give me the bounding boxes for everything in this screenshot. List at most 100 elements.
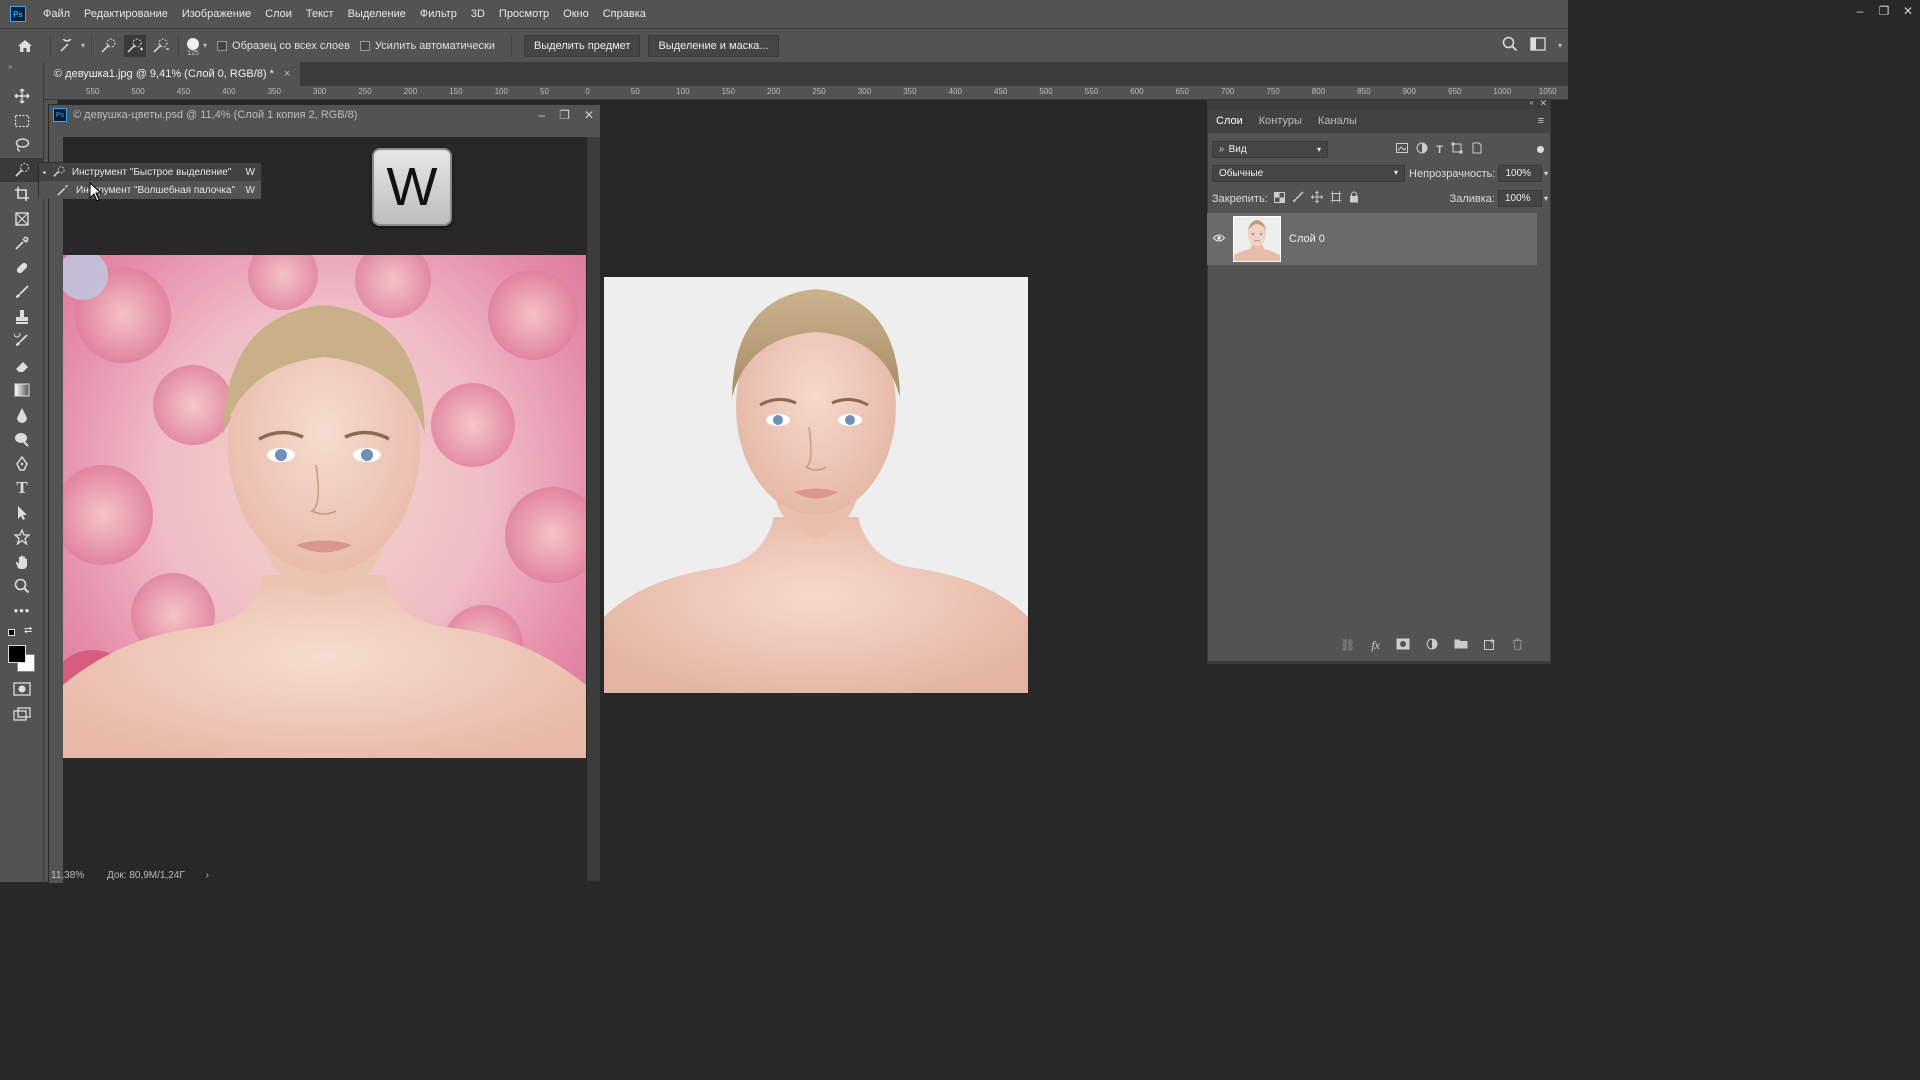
lock-transparent-pixels-icon[interactable] [1273, 191, 1285, 206]
eyedropper-tool-icon[interactable] [0, 231, 44, 256]
minimize-button[interactable]: – [1848, 0, 1872, 24]
lock-image-pixels-icon[interactable] [1292, 191, 1304, 206]
lasso-tool-icon[interactable] [0, 133, 44, 158]
minimize-button[interactable]: – [538, 105, 545, 125]
select-and-mask-button[interactable]: Выделение и маска... [648, 34, 779, 57]
chevron-down-icon[interactable]: ▾ [1544, 169, 1548, 178]
swap-colors-icon[interactable]: ⇄ [24, 625, 32, 636]
move-tool-icon[interactable] [0, 84, 44, 109]
menu-filter[interactable]: Фильтр [413, 8, 464, 20]
type-tool-icon[interactable]: T [0, 476, 44, 501]
delete-layer-icon[interactable] [1512, 638, 1523, 653]
layer-style-icon[interactable]: fx [1371, 638, 1380, 653]
filter-shape-icon[interactable] [1451, 142, 1463, 157]
link-layers-icon[interactable]: ⛓ [1340, 638, 1355, 652]
new-selection-icon[interactable] [98, 35, 120, 57]
new-group-icon[interactable] [1454, 638, 1468, 652]
subtract-from-selection-icon[interactable] [150, 35, 172, 57]
filter-type-icon[interactable]: T [1436, 144, 1443, 156]
filter-smart-object-icon[interactable] [1471, 142, 1483, 157]
tab-main-document[interactable]: © девушка1.jpg @ 9,41% (Слой 0, RGB/8) *… [44, 62, 301, 86]
screen-mode-icon[interactable] [0, 702, 44, 727]
workspace-icon[interactable] [1530, 37, 1546, 54]
layer-name: Слой 0 [1289, 233, 1325, 245]
home-icon[interactable] [14, 35, 36, 57]
gradient-tool-icon[interactable] [0, 378, 44, 403]
chevron-down-icon[interactable]: ▾ [1544, 194, 1548, 203]
search-icon[interactable] [1502, 36, 1518, 55]
brush-size-picker[interactable]: 125 [187, 38, 200, 57]
menu-file[interactable]: Файл [36, 8, 77, 20]
menu-window[interactable]: Окно [556, 8, 596, 20]
add-to-selection-icon[interactable] [124, 34, 147, 57]
tab-paths[interactable]: Контуры [1259, 115, 1302, 127]
lock-artboard-icon[interactable] [1329, 191, 1342, 206]
menu-select[interactable]: Выделение [341, 8, 413, 20]
brush-tool-icon[interactable] [0, 280, 44, 305]
tab-channels[interactable]: Каналы [1318, 115, 1357, 127]
chevron-down-icon[interactable]: ▾ [203, 41, 207, 50]
layer-thumbnail[interactable] [1233, 216, 1281, 262]
menu-edit[interactable]: Редактирование [77, 8, 175, 20]
zoom-tool-icon[interactable] [0, 574, 44, 599]
flyout-item-magic-wand[interactable]: Инструмент "Волшебная палочка" W [39, 181, 261, 199]
frame-tool-icon[interactable] [0, 207, 44, 232]
lock-position-icon[interactable] [1310, 191, 1323, 206]
close-button[interactable]: ✕ [584, 105, 594, 125]
collapse-icon[interactable]: » [0, 62, 43, 84]
eye-icon[interactable] [1212, 233, 1226, 245]
restore-button[interactable]: ❐ [1872, 0, 1896, 24]
default-colors-icon[interactable] [8, 629, 15, 636]
shape-tool-icon[interactable] [0, 525, 44, 550]
more-tools-icon[interactable]: ••• [0, 599, 44, 624]
dodge-tool-icon[interactable] [0, 427, 44, 452]
auto-enhance-checkbox[interactable]: Усилить автоматически [359, 40, 495, 52]
path-selection-tool-icon[interactable] [0, 501, 44, 526]
blend-mode-select[interactable]: Обычные ▾ [1212, 165, 1406, 182]
collapse-panel-icon[interactable]: « [1530, 98, 1534, 107]
opacity-input[interactable]: 100% [1498, 165, 1542, 182]
layer-filter-select[interactable]: ⌕ Вид ▾ [1212, 141, 1328, 158]
menu-3d[interactable]: 3D [464, 8, 492, 20]
document-titlebar[interactable]: Ps © девушка-цветы.psd @ 11,4% (Слой 1 к… [49, 105, 600, 125]
filter-pixel-icon[interactable] [1396, 143, 1409, 156]
new-layer-icon[interactable] [1484, 638, 1496, 653]
zoom-level[interactable]: 11,38% [51, 870, 84, 881]
chevron-right-icon[interactable]: › [206, 870, 209, 881]
sample-all-layers-checkbox[interactable]: Образец со всех слоев [217, 40, 350, 52]
close-tab-icon[interactable]: × [284, 68, 290, 80]
tool-preset-icon[interactable] [57, 35, 79, 57]
clone-stamp-tool-icon[interactable] [0, 305, 44, 330]
healing-brush-tool-icon[interactable] [0, 256, 44, 281]
flyout-item-quick-selection[interactable]: ▪ Инструмент "Быстрое выделение" W [39, 163, 261, 181]
marquee-tool-icon[interactable] [0, 109, 44, 134]
menu-image[interactable]: Изображение [175, 8, 258, 20]
pen-tool-icon[interactable] [0, 452, 44, 477]
chevron-down-icon[interactable]: ▾ [81, 41, 85, 50]
fill-input[interactable]: 100% [1497, 190, 1542, 207]
menu-type[interactable]: Текст [299, 8, 341, 20]
close-button[interactable]: ✕ [1896, 0, 1920, 24]
lock-all-icon[interactable] [1349, 191, 1359, 206]
filter-toggle-icon[interactable] [1537, 146, 1544, 153]
tab-layers[interactable]: Слои [1216, 115, 1243, 127]
adjustment-layer-icon[interactable] [1426, 638, 1438, 653]
menu-layers[interactable]: Слои [258, 8, 299, 20]
chevron-down-icon[interactable]: ▾ [1558, 41, 1562, 50]
layer-row[interactable]: Слой 0 [1207, 213, 1537, 265]
menu-help[interactable]: Справка [596, 8, 653, 20]
maximize-button[interactable]: ❐ [559, 105, 570, 125]
quick-mask-icon[interactable] [0, 677, 44, 702]
select-subject-button[interactable]: Выделить предмет [523, 34, 641, 57]
panel-menu-icon[interactable]: ≡ [1538, 115, 1544, 127]
ruler-tick-label: 400 [948, 87, 962, 96]
history-brush-tool-icon[interactable] [0, 329, 44, 354]
filter-adjustment-icon[interactable] [1416, 142, 1428, 157]
eraser-tool-icon[interactable] [0, 354, 44, 379]
add-mask-icon[interactable] [1396, 638, 1410, 653]
close-panel-icon[interactable]: ✕ [1539, 98, 1547, 109]
hand-tool-icon[interactable] [0, 550, 44, 575]
blur-tool-icon[interactable] [0, 403, 44, 428]
menu-view[interactable]: Просмотр [492, 8, 556, 20]
foreground-color-swatch[interactable] [8, 645, 26, 663]
